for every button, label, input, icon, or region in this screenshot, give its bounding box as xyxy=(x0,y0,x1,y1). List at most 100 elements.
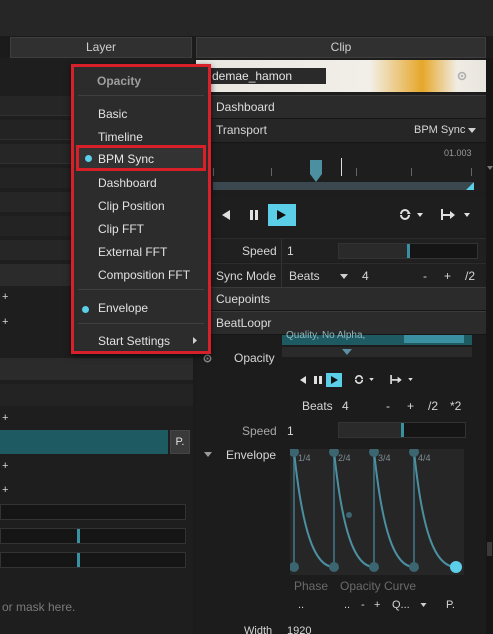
chevron-down-icon[interactable] xyxy=(369,378,374,381)
opacity-label: Opacity xyxy=(234,351,275,365)
chevron-down-icon[interactable] xyxy=(204,452,212,457)
layer-teal-row[interactable] xyxy=(0,430,168,454)
menu-item-dashboard[interactable]: Dashboard xyxy=(98,176,157,190)
clip-thumbnail[interactable]: demae_hamon xyxy=(196,60,486,92)
chevron-down-icon[interactable] xyxy=(408,378,413,381)
divide-button[interactable]: /2 xyxy=(465,269,475,283)
speed-row: Speed 1 xyxy=(196,238,486,263)
chevron-down-icon[interactable] xyxy=(487,166,493,170)
opacity-curve-label: Opacity Curve xyxy=(340,579,417,593)
quality-text: Quality, No Alpha, xyxy=(286,330,366,341)
chevron-down-icon[interactable] xyxy=(468,128,476,133)
beats-value: 4 xyxy=(342,399,349,413)
sync-mode-count: 4 xyxy=(362,269,369,283)
transport-controls xyxy=(196,196,486,234)
play-button[interactable] xyxy=(268,204,296,226)
playhead-icon[interactable] xyxy=(310,160,322,182)
gear-icon[interactable] xyxy=(202,353,213,364)
speed-slider-handle[interactable] xyxy=(407,244,410,258)
chevron-down-icon[interactable] xyxy=(417,213,423,217)
menu-item-timeline[interactable]: Timeline xyxy=(98,130,143,144)
cuepoints-header[interactable]: Cuepoints xyxy=(196,287,486,311)
menu-item-label: BPM Sync xyxy=(98,152,155,166)
transport-header[interactable]: Transport BPM Sync xyxy=(196,119,486,143)
loop-icon[interactable] xyxy=(354,375,364,384)
menu-item-envelope[interactable]: Envelope xyxy=(98,301,148,315)
phase-dots[interactable]: .. xyxy=(298,599,304,611)
sync-mode-select[interactable]: Beats xyxy=(289,269,320,283)
prev-icon[interactable] xyxy=(300,376,306,384)
timeline-value: 01.003 xyxy=(444,148,472,158)
multiply-button[interactable]: *2 xyxy=(450,399,461,413)
slider-handle[interactable] xyxy=(77,529,80,543)
dashboard-header[interactable]: Dashboard xyxy=(196,95,486,119)
prev-icon[interactable] xyxy=(222,210,230,220)
plus-button[interactable]: + xyxy=(374,599,380,611)
speed-slider-fill xyxy=(339,244,407,258)
tab-layer[interactable]: Layer xyxy=(10,37,192,58)
clip-name-field[interactable]: demae_hamon xyxy=(208,68,326,84)
curve-dots[interactable]: .. xyxy=(344,599,350,611)
phase-label: Phase xyxy=(294,579,329,593)
plus-button[interactable]: + xyxy=(444,269,451,283)
timeline-tick xyxy=(356,168,357,176)
speed-slider[interactable] xyxy=(338,422,466,438)
timeline[interactable]: 01.003 xyxy=(196,144,486,192)
gear-icon[interactable] xyxy=(456,70,468,82)
plus-button[interactable]: + xyxy=(407,399,414,413)
menu-item-clip-fft[interactable]: Clip FFT xyxy=(98,222,144,236)
slider-handle[interactable] xyxy=(77,553,80,567)
speed-label: Speed xyxy=(242,244,277,258)
play-button[interactable] xyxy=(326,373,342,387)
loop-icon[interactable] xyxy=(399,209,411,220)
pause-icon[interactable] xyxy=(249,210,259,220)
menu-item-start-settings[interactable]: Start Settings xyxy=(98,334,170,348)
tab-clip[interactable]: Clip xyxy=(196,37,486,58)
envelope-curve[interactable] xyxy=(290,449,464,575)
menu-item-basic[interactable]: Basic xyxy=(98,107,127,121)
width-label: Width xyxy=(244,625,273,634)
speed-label: Speed xyxy=(242,424,277,438)
plus-button[interactable]: + xyxy=(2,484,8,496)
layer-slider[interactable] xyxy=(0,528,186,544)
menu-title: Opacity xyxy=(97,74,142,88)
timeline-tick xyxy=(271,168,272,176)
menu-item-external-fft[interactable]: External FFT xyxy=(98,245,167,259)
minus-button[interactable]: - xyxy=(386,399,390,413)
envelope-graph[interactable]: 1/4 2/4 3/4 4/4 xyxy=(290,449,464,575)
speed-value[interactable]: 1 xyxy=(287,244,294,258)
chevron-down-icon[interactable] xyxy=(340,274,348,279)
quality-toggle[interactable] xyxy=(404,335,464,343)
transport-mode-select[interactable]: BPM Sync xyxy=(414,124,465,136)
bounce-icon[interactable] xyxy=(441,209,455,220)
minus-button[interactable]: - xyxy=(423,269,427,283)
plus-button[interactable]: + xyxy=(2,291,8,303)
layer-slider[interactable] xyxy=(0,552,186,568)
scrollbar-thumb[interactable] xyxy=(487,542,492,556)
chevron-down-icon[interactable] xyxy=(420,603,427,607)
bounce-icon[interactable] xyxy=(390,375,402,384)
p-button[interactable]: P. xyxy=(446,599,455,611)
speed-value[interactable]: 1 xyxy=(287,424,294,438)
p-badge-button[interactable]: P. xyxy=(170,430,190,454)
plus-button[interactable]: + xyxy=(2,412,8,424)
divide-button[interactable]: /2 xyxy=(428,399,438,413)
opacity-marker[interactable] xyxy=(342,349,352,355)
selected-dot xyxy=(85,155,92,162)
width-value[interactable]: 1920 xyxy=(287,625,311,634)
menu-item-bpm-sync[interactable]: BPM Sync xyxy=(76,145,206,171)
speed-slider[interactable] xyxy=(338,243,478,259)
quality-select[interactable]: Q... xyxy=(392,599,410,611)
pause-icon[interactable] xyxy=(314,376,322,384)
scrollbar[interactable] xyxy=(486,58,493,634)
minus-button[interactable]: - xyxy=(361,599,365,611)
menu-item-composition-fft[interactable]: Composition FFT xyxy=(98,268,190,282)
quality-bar[interactable]: Quality, No Alpha, xyxy=(282,330,472,345)
menu-item-clip-position[interactable]: Clip Position xyxy=(98,199,165,213)
timeline-bar[interactable] xyxy=(213,182,473,190)
plus-button[interactable]: + xyxy=(2,316,8,328)
layer-slider[interactable] xyxy=(0,504,186,520)
plus-button[interactable]: + xyxy=(2,460,8,472)
chevron-down-icon[interactable] xyxy=(464,213,470,217)
speed-slider-handle[interactable] xyxy=(401,423,404,437)
